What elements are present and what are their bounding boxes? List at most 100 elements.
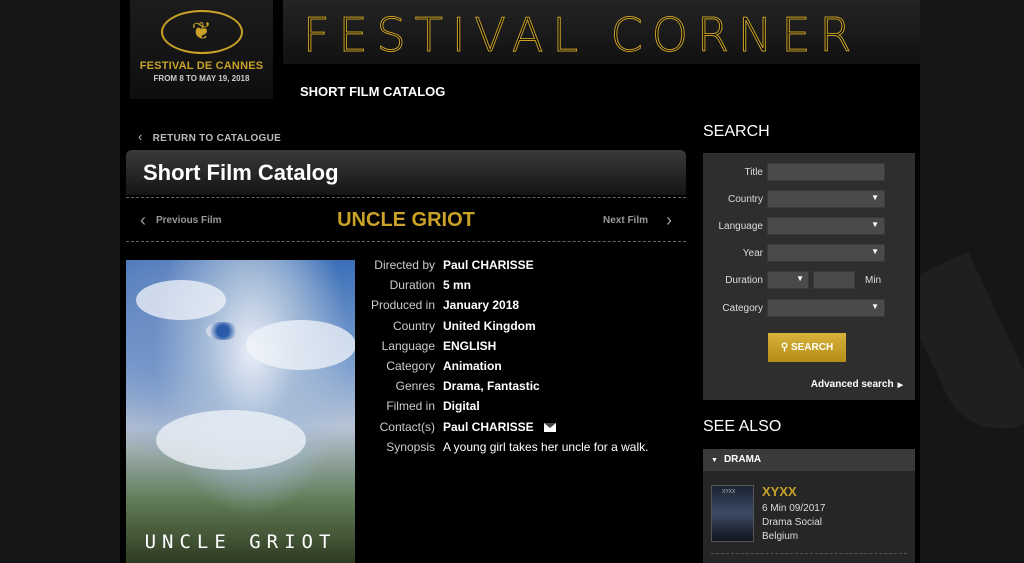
director-value[interactable]: Paul CHARISSE <box>443 258 534 272</box>
synopsis-value: A young girl takes her uncle for a walk. <box>443 439 649 454</box>
festival-logo[interactable]: FESTIVAL DE CANNES FROM 8 TO MAY 19, 201… <box>130 0 273 99</box>
chevron-left-icon: ‹ <box>138 129 143 144</box>
return-to-catalogue-link[interactable]: ‹ RETURN TO CATALOGUE <box>138 129 281 144</box>
back-link-label: RETURN TO CATALOGUE <box>152 133 282 144</box>
detail-row: Country United Kingdom <box>360 319 690 339</box>
dropdown-arrow-icon: ▼ <box>871 220 879 229</box>
poster-title: UNCLE GRIOT <box>144 531 337 553</box>
festival-dates: FROM 8 TO MAY 19, 2018 <box>153 74 250 83</box>
envelope-icon[interactable] <box>543 422 556 432</box>
detail-label: Directed by <box>374 258 435 272</box>
title-input[interactable] <box>767 163 885 181</box>
see-also-panel: ▼ DRAMA XYXX XYXX 6 Min 09/2017 Drama Soc… <box>703 449 915 563</box>
detail-label: Synopsis <box>386 439 435 454</box>
contact-value: Paul CHARISSE <box>443 419 534 434</box>
produced-value: January 2018 <box>443 298 520 313</box>
detail-row: Synopsis A young girl takes her uncle for… <box>360 440 690 460</box>
poster-cloud <box>246 320 355 370</box>
dropdown-arrow-icon: ▼ <box>871 302 879 311</box>
film-details: Directed by Paul CHARISSE Duration 5 mn Pr… <box>360 258 690 460</box>
thumbnail-text: XYXX <box>722 489 736 495</box>
chevron-right-icon: › <box>666 210 672 230</box>
palm-leaf-icon <box>160 10 243 54</box>
see-also-heading: SEE ALSO <box>703 418 782 435</box>
search-icon: ⚲ <box>780 342 789 353</box>
detail-label: Country <box>392 318 435 333</box>
category-label: Category <box>722 303 763 314</box>
detail-row: Contact(s) Paul CHARISSE <box>360 420 690 440</box>
language-select[interactable]: ▼ <box>767 217 885 235</box>
search-heading: SEARCH <box>703 123 770 140</box>
country-select[interactable]: ▼ <box>767 190 885 208</box>
related-film-thumbnail[interactable]: XYXX <box>711 485 754 542</box>
background-right <box>920 0 1024 563</box>
related-film-genre: Drama Social <box>762 517 823 528</box>
detail-label: Duration <box>389 278 435 293</box>
catalog-title-bar: Short Film Catalog <box>126 150 686 195</box>
detail-label: Produced in <box>370 298 435 313</box>
film-navigation: ‹ Previous Film UNCLE GRIOT Next Film › <box>126 197 686 242</box>
see-also-tab-label: DRAMA <box>723 454 762 465</box>
search-button-label: SEARCH <box>790 342 834 353</box>
page-title: Short Film Catalog <box>143 160 339 185</box>
country-label: Country <box>727 194 763 205</box>
duration-select[interactable]: ▼ <box>767 271 809 289</box>
year-label: Year <box>742 248 763 259</box>
background-left <box>0 0 120 563</box>
advanced-search-label: Advanced search <box>810 379 894 390</box>
detail-row: Language ENGLISH <box>360 339 690 359</box>
country-field: Country ▼ <box>703 190 915 210</box>
poster-eye <box>206 322 240 340</box>
related-film-duration-date: 6 Min 09/2017 <box>762 503 826 514</box>
festival-name: FESTIVAL DE CANNES <box>139 60 264 72</box>
category-field: Category ▼ <box>703 299 915 319</box>
site-brand: FESTIVAL CORNER <box>302 8 861 63</box>
detail-label: Genres <box>395 379 435 394</box>
duration-field: Duration ▼ Min <box>703 271 915 291</box>
year-field: Year ▼ <box>703 244 915 264</box>
language-label: Language <box>718 221 764 232</box>
detail-row: Duration 5 mn <box>360 278 690 298</box>
title-field: Title <box>703 163 915 183</box>
search-button[interactable]: ⚲ SEARCH <box>768 333 846 362</box>
detail-row: Genres Drama, Fantastic <box>360 379 690 399</box>
duration-input[interactable] <box>813 271 855 289</box>
page-container: FESTIVAL DE CANNES FROM 8 TO MAY 19, 201… <box>120 0 920 563</box>
category-value: Animation <box>443 358 502 373</box>
poster-cloud <box>136 280 226 320</box>
country-value: United Kingdom <box>443 318 536 333</box>
related-film-country: Belgium <box>762 531 799 542</box>
detail-row: Category Animation <box>360 359 690 379</box>
detail-row: Directed by Paul CHARISSE <box>360 258 690 278</box>
dropdown-arrow-icon: ▼ <box>796 274 804 283</box>
search-panel: Title Country ▼ Language ▼ Year ▼ Durati… <box>703 153 915 400</box>
section-title: SHORT FILM CATALOG <box>300 84 446 99</box>
advanced-search-link[interactable]: Advanced search ▶ <box>811 379 903 390</box>
duration-label: Duration <box>725 275 763 286</box>
next-film-link[interactable]: Next Film › <box>603 210 672 231</box>
language-field: Language ▼ <box>703 217 915 237</box>
triangle-down-icon: ▼ <box>711 457 718 464</box>
poster-cloud <box>156 410 306 470</box>
detail-label: Contact(s) <box>379 419 435 434</box>
detail-label: Filmed in <box>386 399 435 414</box>
duration-value: 5 mn <box>443 278 472 293</box>
detail-row: Produced in January 2018 <box>360 298 690 318</box>
category-select[interactable]: ▼ <box>767 299 885 317</box>
related-film-title[interactable]: XYXX <box>762 484 797 499</box>
detail-label: Language <box>381 338 435 353</box>
see-also-tab-drama[interactable]: ▼ DRAMA <box>703 449 915 471</box>
filmed-in-value: Digital <box>443 399 480 414</box>
next-film-label: Next Film <box>602 215 648 227</box>
genres-value: Drama, Fantastic <box>443 379 540 394</box>
triangle-right-icon: ▶ <box>897 382 903 389</box>
divider <box>711 553 907 554</box>
film-poster: UNCLE GRIOT <box>126 260 355 563</box>
language-value: ENGLISH <box>443 338 497 353</box>
dropdown-arrow-icon: ▼ <box>871 247 879 256</box>
dropdown-arrow-icon: ▼ <box>871 193 879 202</box>
year-select[interactable]: ▼ <box>767 244 885 262</box>
detail-row: Filmed in Digital <box>360 399 690 419</box>
duration-unit: Min <box>865 275 882 286</box>
related-film-meta: 6 Min 09/2017 Drama Social Belgium <box>762 502 825 544</box>
